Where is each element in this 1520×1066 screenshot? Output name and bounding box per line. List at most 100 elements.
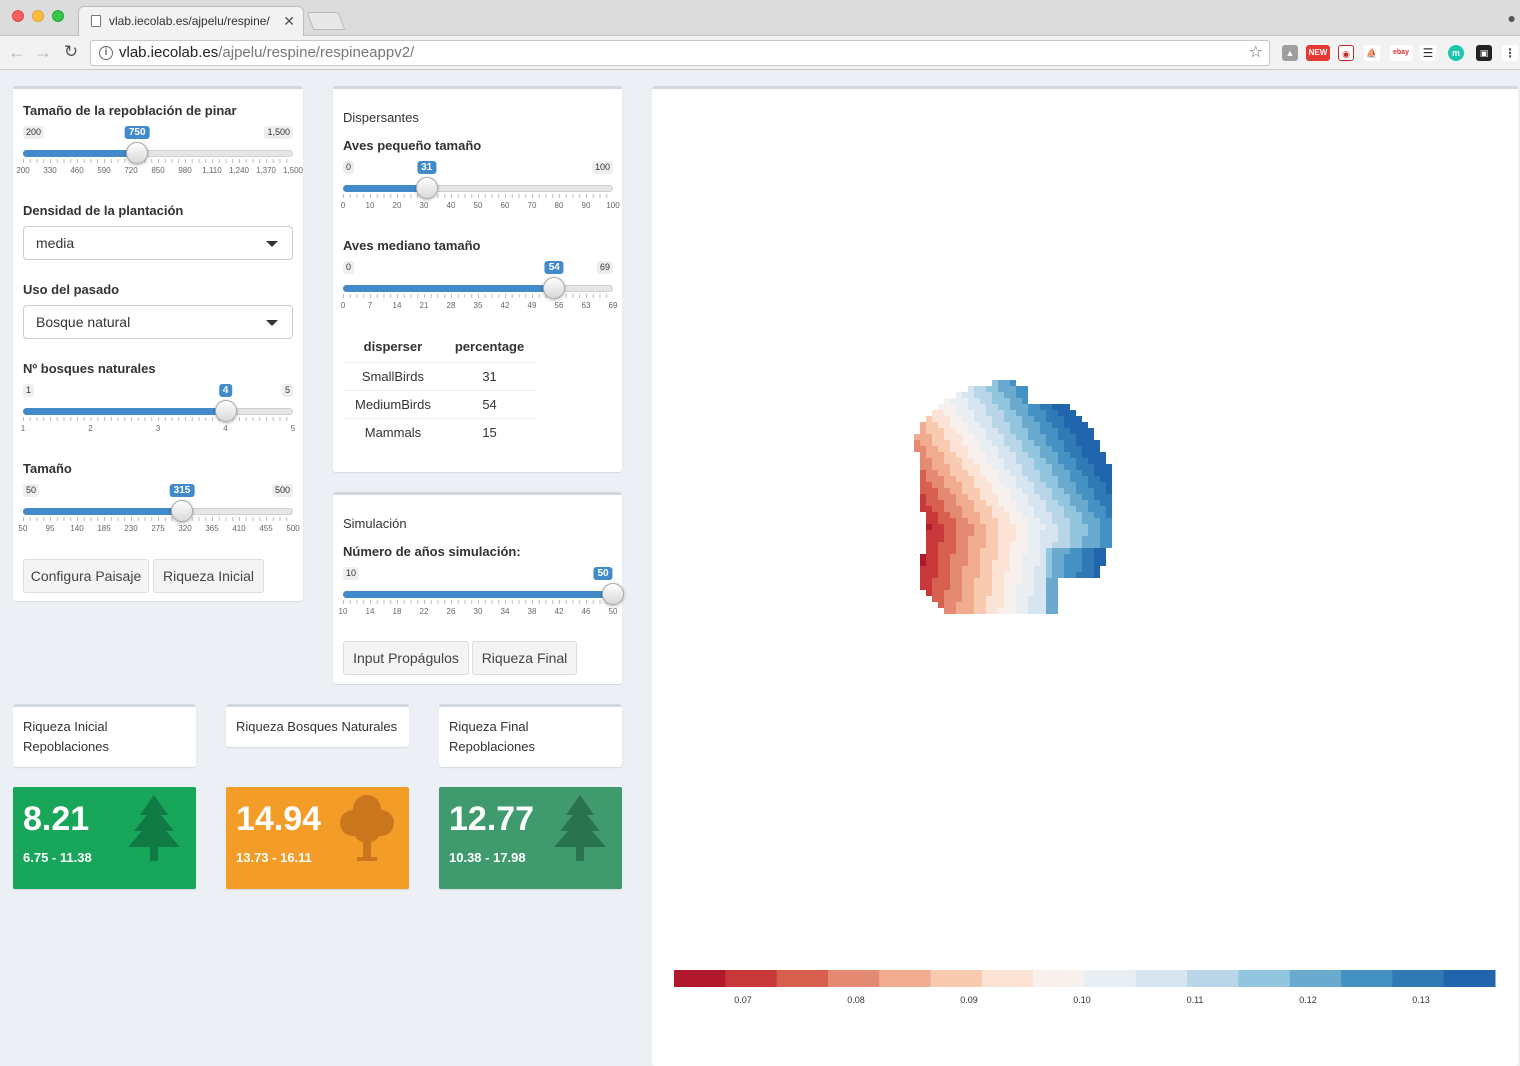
configure-landscape-button[interactable]: Configura Paisaje — [23, 559, 149, 593]
map-cell — [1046, 608, 1052, 614]
map-cell — [1004, 446, 1010, 452]
map-cell — [956, 548, 962, 554]
menu-icon[interactable]: ⋮ — [1502, 45, 1518, 61]
map-cell — [1052, 470, 1058, 476]
map-cell — [1004, 590, 1010, 596]
map-cell — [968, 542, 974, 548]
small-birds-slider[interactable]: 0 100 31 0 10 20 30 40 50 60 70 80 90 100 — [341, 161, 620, 211]
input-propagules-button[interactable]: Input Propágulos — [343, 641, 469, 675]
map-cell — [998, 596, 1004, 602]
maximize-window-button[interactable] — [52, 10, 64, 22]
map-cell — [1094, 548, 1100, 554]
legend-swatch — [827, 970, 880, 987]
slider-ticks — [23, 159, 293, 165]
pine-size-slider[interactable]: 200 1,500 750 200 330 460 590 720 850 980 1,110 1,2… — [16, 126, 303, 176]
map-cell — [968, 512, 974, 518]
map-cell — [986, 566, 992, 572]
map-cell — [998, 602, 1004, 608]
initial-richness-button[interactable]: Riqueza Inicial — [153, 559, 264, 593]
location-extension-icon[interactable]: ◉ — [1338, 45, 1354, 61]
map-cell — [926, 434, 932, 440]
years-label: Número de años simulación: — [343, 544, 521, 559]
browser-tab[interactable]: vlab.iecolab.es/ajpelu/respine/ ✕ — [78, 6, 304, 36]
map-cell — [1034, 542, 1040, 548]
new-extension-icon[interactable]: NEW — [1306, 45, 1330, 61]
map-cell — [980, 410, 986, 416]
map-cell — [932, 500, 938, 506]
map-cell — [938, 482, 944, 488]
map-cell — [1064, 410, 1070, 416]
map-cell — [1076, 554, 1082, 560]
slider-value-label: 750 — [124, 126, 150, 139]
map-cell — [1010, 590, 1016, 596]
close-tab-icon[interactable]: ✕ — [283, 7, 295, 35]
ebay-extension-icon[interactable]: ebay — [1390, 45, 1412, 61]
map-cell — [980, 536, 986, 542]
bookmark-star-icon[interactable]: ☆ — [1249, 41, 1263, 65]
map-cell — [986, 512, 992, 518]
years-slider[interactable]: 10 50 10 14 18 22 26 30 34 38 42 46 50 — [339, 567, 624, 617]
richness-map[interactable]: 0.07 0.08 0.09 0.10 0.11 0.12 0.13 — [652, 89, 1518, 1066]
map-cell — [1064, 476, 1070, 482]
map-cell — [1052, 506, 1058, 512]
map-cell — [1004, 410, 1010, 416]
map-cell — [956, 536, 962, 542]
map-cell — [968, 392, 974, 398]
slider-handle[interactable] — [415, 177, 438, 199]
size-slider[interactable]: 50 500 315 50 95 140 185 230 275 320 365 410 455 500 — [19, 484, 300, 534]
lock-extension-icon[interactable]: ▣ — [1476, 45, 1492, 61]
caret-down-icon — [266, 320, 278, 326]
close-window-button[interactable] — [12, 10, 24, 22]
map-cell — [968, 590, 974, 596]
address-bar[interactable]: i vlab.iecolab.es/ajpelu/respine/respine… — [90, 40, 1270, 66]
map-cell — [992, 422, 998, 428]
map-cell — [962, 590, 968, 596]
slider-handle[interactable] — [214, 400, 237, 422]
map-cell — [962, 536, 968, 542]
map-cell — [1016, 596, 1022, 602]
map-cell — [1010, 380, 1016, 386]
map-cell — [932, 548, 938, 554]
map-cell — [926, 470, 932, 476]
map-cell — [974, 542, 980, 548]
map-cell — [1070, 446, 1076, 452]
map-cell — [932, 458, 938, 464]
map-cell — [1034, 608, 1040, 614]
map-cell — [956, 476, 962, 482]
map-cell — [992, 602, 998, 608]
new-tab-button[interactable] — [306, 12, 346, 30]
map-cell — [1034, 482, 1040, 488]
map-cell — [1088, 470, 1094, 476]
map-cell — [1070, 506, 1076, 512]
n-forests-slider[interactable]: 1 5 4 1 2 3 4 5 — [21, 384, 295, 434]
map-cell — [974, 500, 980, 506]
map-cell — [938, 404, 944, 410]
back-arrow-icon[interactable]: ← — [6, 41, 28, 63]
map-cell — [986, 434, 992, 440]
map-cell — [1046, 410, 1052, 416]
density-select[interactable]: media — [23, 226, 293, 260]
info-icon[interactable]: i — [99, 46, 113, 60]
map-cell — [986, 392, 992, 398]
list-extension-icon[interactable]: ☰ — [1420, 45, 1436, 61]
map-cell — [1040, 548, 1046, 554]
boat-extension-icon[interactable]: ⛵ — [1364, 45, 1380, 61]
map-cell — [962, 428, 968, 434]
profile-icon[interactable]: ● — [1508, 10, 1516, 26]
tab-title: vlab.iecolab.es/ajpelu/respine/ — [109, 14, 270, 28]
map-cell — [1022, 422, 1028, 428]
final-richness-button[interactable]: Riqueza Final — [472, 641, 577, 675]
m-extension-icon[interactable]: m — [1448, 45, 1464, 61]
map-cell — [950, 566, 956, 572]
medium-birds-slider[interactable]: 0 69 54 0 7 14 21 28 35 42 49 56 63 69 — [341, 261, 617, 311]
map-cell — [1046, 566, 1052, 572]
map-cell — [962, 500, 968, 506]
map-cell — [1010, 440, 1016, 446]
minimize-window-button[interactable] — [32, 10, 44, 22]
forward-arrow-icon[interactable]: → — [32, 41, 54, 63]
slider-handle[interactable] — [171, 500, 193, 522]
past-use-select[interactable]: Bosque natural — [23, 305, 293, 339]
slider-handle[interactable] — [602, 583, 624, 605]
drive-extension-icon[interactable]: ▲ — [1282, 45, 1298, 61]
reload-icon[interactable]: ↻ — [60, 41, 82, 63]
